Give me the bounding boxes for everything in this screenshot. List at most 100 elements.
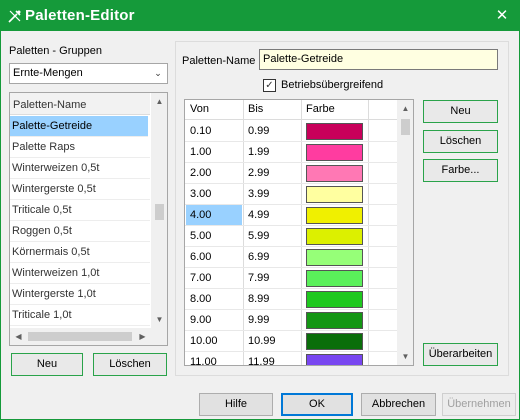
apply-button[interactable]: Übernehmen bbox=[442, 393, 516, 416]
color-swatch[interactable] bbox=[306, 186, 363, 203]
color-swatch[interactable] bbox=[306, 165, 363, 182]
cell-von[interactable]: 7.00 bbox=[186, 272, 211, 284]
palette-list-item[interactable]: Roggen 0,5t bbox=[10, 221, 150, 242]
choose-color-button[interactable]: Farbe... bbox=[423, 159, 498, 182]
cell-bis[interactable]: 10.99 bbox=[248, 335, 276, 347]
scroll-thumb[interactable] bbox=[155, 204, 164, 220]
edit-button[interactable]: Überarbeiten bbox=[423, 343, 498, 366]
cell-bis[interactable]: 0.99 bbox=[248, 125, 269, 137]
range-color-table[interactable]: Von Bis Farbe 0.10 0.99 1.00 1.99 2.00 2.99 3.… bbox=[184, 99, 414, 366]
table-row[interactable]: 3.00 3.99 bbox=[185, 184, 397, 205]
palette-list-item[interactable]: Palette Raps bbox=[10, 137, 150, 158]
cell-bis[interactable]: 4.99 bbox=[248, 209, 269, 221]
color-swatch[interactable] bbox=[306, 249, 363, 266]
cell-bis[interactable]: 1.99 bbox=[248, 146, 269, 158]
palette-list-item[interactable]: Triticale 0,5t bbox=[10, 200, 150, 221]
color-swatch[interactable] bbox=[306, 144, 363, 161]
cell-von[interactable]: 5.00 bbox=[186, 230, 211, 242]
group-label: Paletten - Gruppen bbox=[9, 45, 102, 57]
scroll-thumb[interactable] bbox=[401, 119, 410, 135]
cell-bis[interactable]: 5.99 bbox=[248, 230, 269, 242]
table-row[interactable]: 4.00 4.99 bbox=[185, 205, 397, 226]
table-row[interactable]: 5.00 5.99 bbox=[185, 226, 397, 247]
table-row[interactable]: 9.00 9.99 bbox=[185, 310, 397, 331]
delete-range-button[interactable]: Löschen bbox=[423, 130, 498, 153]
color-swatch[interactable] bbox=[306, 291, 363, 308]
palette-name-field[interactable]: Palette-Getreide bbox=[259, 49, 498, 70]
color-swatch[interactable] bbox=[306, 270, 363, 287]
table-header: Von Bis Farbe bbox=[185, 100, 397, 120]
palette-list-item[interactable]: Wintergerste 0,5t bbox=[10, 179, 150, 200]
cell-von[interactable]: 0.10 bbox=[186, 125, 211, 137]
table-row[interactable]: 6.00 6.99 bbox=[185, 247, 397, 268]
scroll-down-icon[interactable]: ▼ bbox=[397, 348, 413, 365]
palette-name-label: Paletten-Name bbox=[182, 55, 256, 67]
palette-list-item[interactable]: Palette-Getreide bbox=[10, 116, 148, 137]
palette-list[interactable]: Paletten-Name Palette-Getreide Palette Ra… bbox=[9, 92, 168, 346]
cancel-button[interactable]: Abbrechen bbox=[361, 393, 436, 416]
table-row[interactable]: 11.00 11.99 bbox=[185, 352, 397, 365]
delete-palette-button[interactable]: Löschen bbox=[93, 353, 167, 376]
cell-bis[interactable]: 3.99 bbox=[248, 188, 269, 200]
scroll-thumb-horizontal[interactable] bbox=[28, 332, 132, 341]
close-icon[interactable]: ✕ bbox=[485, 1, 519, 31]
scroll-down-icon[interactable]: ▼ bbox=[151, 311, 167, 328]
list-header: Paletten-Name bbox=[10, 93, 150, 115]
table-row[interactable]: 2.00 2.99 bbox=[185, 163, 397, 184]
group-select[interactable]: Ernte-Mengen ⌄ bbox=[9, 63, 168, 84]
color-swatch[interactable] bbox=[306, 207, 363, 224]
new-range-button[interactable]: Neu bbox=[423, 100, 498, 123]
table-row[interactable]: 10.00 10.99 bbox=[185, 331, 397, 352]
palette-tools-icon bbox=[8, 10, 21, 23]
color-swatch[interactable] bbox=[306, 123, 363, 140]
palette-list-item[interactable]: Winterweizen 0,5t bbox=[10, 158, 150, 179]
cell-bis[interactable]: 2.99 bbox=[248, 167, 269, 179]
cell-bis[interactable]: 9.99 bbox=[248, 314, 269, 326]
cell-bis[interactable]: 11.99 bbox=[248, 356, 275, 365]
table-row[interactable]: 7.00 7.99 bbox=[185, 268, 397, 289]
palette-list-item[interactable]: Triticale 1,0t bbox=[10, 305, 150, 326]
cell-bis[interactable]: 7.99 bbox=[248, 272, 269, 284]
scroll-left-icon[interactable]: ◀ bbox=[10, 328, 27, 345]
company-wide-checkbox[interactable]: ✓ bbox=[263, 79, 276, 92]
cell-bis[interactable]: 6.99 bbox=[248, 251, 269, 263]
color-swatch[interactable] bbox=[306, 333, 363, 350]
table-vertical-scrollbar[interactable]: ▲ ▼ bbox=[397, 100, 413, 365]
column-header-von: Von bbox=[190, 103, 209, 115]
list-horizontal-scrollbar[interactable]: ◀ ▶ bbox=[10, 328, 167, 345]
palette-list-item[interactable]: Wintergerste 1,0t bbox=[10, 284, 150, 305]
group-select-value: Ernte-Mengen bbox=[13, 67, 83, 79]
title-bar: Paletten-Editor ✕ bbox=[1, 1, 519, 31]
cell-von[interactable]: 1.00 bbox=[186, 146, 211, 158]
list-vertical-scrollbar[interactable]: ▲ ▼ bbox=[151, 93, 167, 328]
company-wide-label: Betriebsübergreifend bbox=[281, 79, 384, 91]
cell-von[interactable]: 2.00 bbox=[186, 167, 211, 179]
palette-list-item[interactable]: Körnermais 0,5t bbox=[10, 242, 150, 263]
table-row[interactable]: 1.00 1.99 bbox=[185, 142, 397, 163]
column-header-farbe: Farbe bbox=[306, 103, 335, 115]
cell-von[interactable]: 11.00 bbox=[186, 356, 217, 365]
paletten-editor-window: Paletten-Editor ✕ Paletten - Gruppen Ern… bbox=[0, 0, 520, 420]
cell-von[interactable]: 8.00 bbox=[186, 293, 211, 305]
cell-von[interactable]: 10.00 bbox=[186, 335, 218, 347]
color-swatch[interactable] bbox=[306, 354, 363, 365]
column-header-bis: Bis bbox=[248, 103, 264, 115]
color-swatch[interactable] bbox=[306, 228, 363, 245]
window-title: Paletten-Editor bbox=[25, 7, 135, 24]
help-button[interactable]: Hilfe bbox=[199, 393, 273, 416]
chevron-down-icon: ⌄ bbox=[154, 68, 162, 78]
scroll-up-icon[interactable]: ▲ bbox=[397, 100, 413, 117]
table-row[interactable]: 0.10 0.99 bbox=[185, 121, 397, 142]
cell-von[interactable]: 3.00 bbox=[186, 188, 211, 200]
cell-von[interactable]: 9.00 bbox=[186, 314, 211, 326]
ok-button[interactable]: OK bbox=[281, 393, 353, 416]
scroll-right-icon[interactable]: ▶ bbox=[134, 328, 151, 345]
cell-von[interactable]: 6.00 bbox=[186, 251, 211, 263]
table-row[interactable]: 8.00 8.99 bbox=[185, 289, 397, 310]
cell-von[interactable]: 4.00 bbox=[186, 205, 242, 225]
scroll-up-icon[interactable]: ▲ bbox=[151, 93, 167, 110]
new-group-palette-button[interactable]: Neu bbox=[11, 353, 83, 376]
color-swatch[interactable] bbox=[306, 312, 363, 329]
palette-list-item[interactable]: Winterweizen 1,0t bbox=[10, 263, 150, 284]
cell-bis[interactable]: 8.99 bbox=[248, 293, 269, 305]
